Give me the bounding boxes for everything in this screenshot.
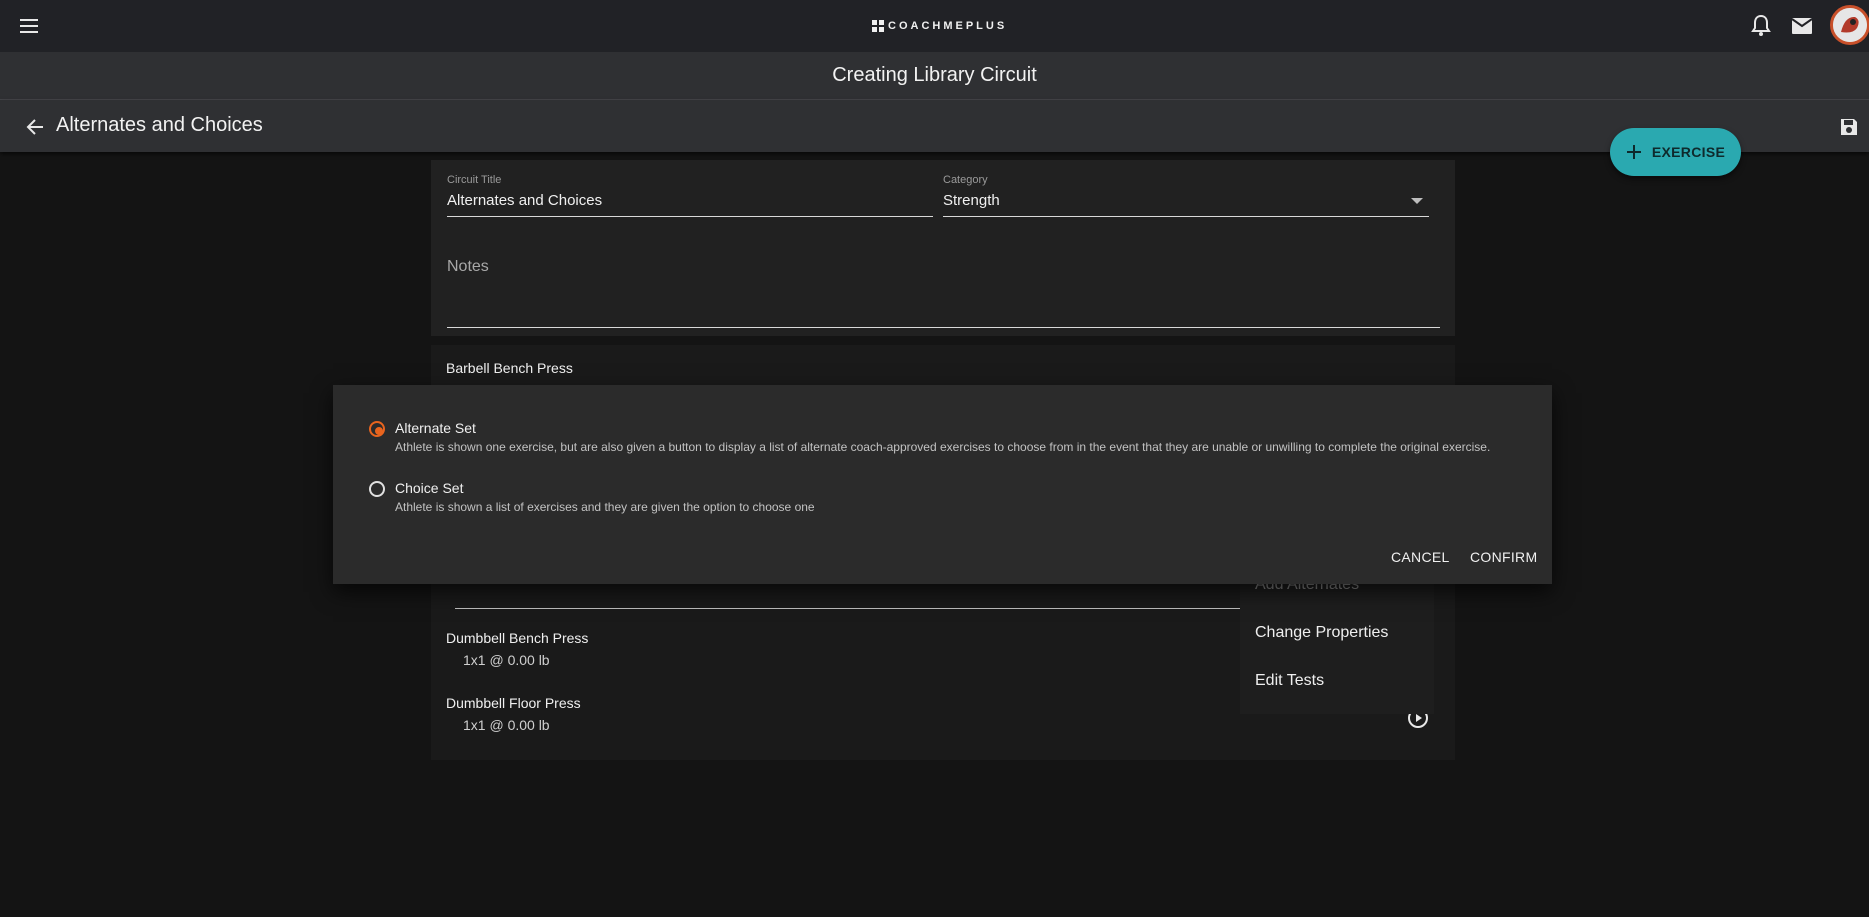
choice-set-radio[interactable]: [369, 481, 385, 497]
set-type-dialog: Alternate Set Athlete is shown one exerc…: [333, 385, 1552, 584]
add-exercise-button[interactable]: EXERCISE: [1610, 128, 1741, 176]
arrow-back-icon[interactable]: [24, 116, 46, 138]
alternate-set-description: Athlete is shown one exercise, but are a…: [395, 440, 1491, 454]
choice-set-title: Choice Set: [395, 480, 464, 496]
toolbar: Alternates and Choices: [0, 100, 1869, 152]
confirm-button[interactable]: CONFIRM: [1470, 549, 1537, 565]
bell-icon[interactable]: [1750, 14, 1772, 38]
circuit-title-label: Circuit Title: [447, 174, 502, 186]
mail-icon[interactable]: [1790, 15, 1814, 37]
alternate-set-title: Alternate Set: [395, 420, 476, 436]
menu-icon[interactable]: [18, 15, 40, 37]
category-underline: [943, 216, 1429, 217]
input-underline: [455, 608, 1255, 609]
alternate-set-radio[interactable]: [369, 421, 385, 437]
notes-underline: [447, 327, 1440, 328]
circuit-form-card: Circuit Title Alternates and Choices Cat…: [431, 160, 1455, 336]
menu-item-change-properties[interactable]: Change Properties: [1255, 624, 1388, 642]
subheader: Creating Library Circuit: [0, 52, 1869, 100]
category-select[interactable]: Strength: [943, 192, 1000, 209]
logo-text: COACHMEPLUS: [888, 20, 1008, 32]
exercise-detail: 1x1 @ 0.00 lb: [463, 717, 550, 733]
toolbar-title: Alternates and Choices: [56, 114, 263, 136]
plus-icon: [1626, 145, 1641, 159]
logo: COACHMEPLUS: [872, 18, 1007, 34]
avatar[interactable]: [1830, 5, 1869, 45]
notes-field[interactable]: Notes: [447, 258, 489, 276]
logo-icon: [872, 20, 884, 32]
category-label: Category: [943, 174, 988, 186]
exercise-name: Dumbbell Bench Press: [446, 630, 589, 646]
exercise-detail: 1x1 @ 0.00 lb: [463, 652, 550, 668]
menu-item-edit-tests[interactable]: Edit Tests: [1255, 672, 1324, 690]
choice-set-description: Athlete is shown a list of exercises and…: [395, 500, 815, 514]
exercise-name: Dumbbell Floor Press: [446, 695, 581, 711]
dropdown-arrow-icon[interactable]: [1411, 198, 1423, 204]
save-icon[interactable]: [1838, 116, 1860, 138]
exercise-name: Barbell Bench Press: [446, 360, 573, 376]
page-title: Creating Library Circuit: [832, 64, 1037, 86]
add-exercise-label: EXERCISE: [1651, 144, 1726, 160]
radio-selected-dot: [375, 427, 383, 435]
cancel-button[interactable]: CANCEL: [1391, 549, 1450, 565]
circuit-title-input[interactable]: Alternates and Choices: [447, 192, 602, 209]
circuit-title-underline: [447, 216, 933, 217]
top-app-bar: COACHMEPLUS: [0, 0, 1869, 52]
context-menu: Add Alternates Change Properties Edit Te…: [1240, 570, 1434, 714]
